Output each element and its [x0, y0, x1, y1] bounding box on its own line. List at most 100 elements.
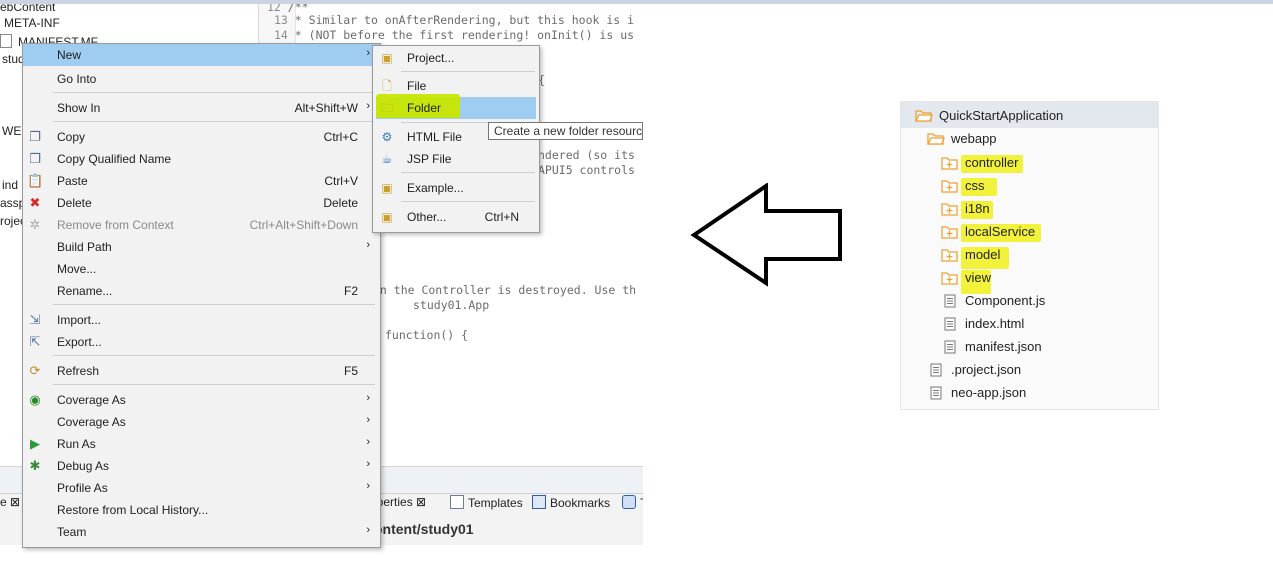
collapsed-folder-icon — [941, 272, 958, 285]
tree-node-file[interactable]: index.html — [941, 316, 1024, 336]
jsp-file-icon: ☕ — [381, 152, 393, 166]
menu-item-profile-as[interactable]: Profile As › — [23, 477, 380, 499]
menu-item-remove-from-context[interactable]: ✲ Remove from Context Ctrl+Alt+Shift+Dow… — [23, 214, 380, 236]
menu-label: Restore from Local History... — [57, 503, 209, 517]
code-fragment: APUI5 controls — [538, 163, 635, 177]
tree-label: manifest.json — [965, 339, 1042, 354]
menu-label: Refresh — [57, 364, 100, 378]
tree-label: .project.json — [951, 362, 1022, 377]
panel-path-title: ontent/study01 — [374, 521, 474, 537]
menu-item-debug-as[interactable]: ✱ Debug As › — [23, 455, 380, 477]
run-icon: ▶ — [30, 436, 40, 451]
menu-item-move[interactable]: Move... — [23, 258, 380, 280]
tree-label: i18n — [965, 201, 990, 216]
collapsed-folder-icon — [941, 157, 958, 170]
tree-label: QuickStartApplication — [939, 108, 1064, 123]
tree-label: localService — [965, 224, 1036, 239]
menu-shortcut: Delete — [323, 196, 358, 210]
menu-item-paste[interactable]: 📋 Paste Ctrl+V — [23, 170, 380, 192]
new-project-icon: ▣ — [381, 51, 393, 65]
menu-label: JSP File — [407, 152, 452, 166]
tab-templates[interactable]: Templates — [450, 495, 523, 510]
tree-node-folder[interactable]: controller — [941, 155, 1018, 175]
file-icon — [0, 34, 12, 48]
tree-node-file[interactable]: manifest.json — [941, 339, 1042, 359]
submenu-item-folder[interactable]: 🗀 Folder — [376, 94, 536, 119]
menu-item-delete[interactable]: ✖ Delete Delete — [23, 192, 380, 214]
tree-node-root[interactable]: QuickStartApplication — [915, 108, 1063, 128]
submenu-item-example[interactable]: ▣ Example... — [373, 177, 539, 199]
open-folder-icon — [927, 133, 945, 145]
tree-label: index.html — [965, 316, 1025, 331]
html-file-icon: ⚙ — [381, 130, 393, 144]
menu-label: Coverage As — [57, 393, 126, 407]
menu-item-team[interactable]: Team › — [23, 521, 380, 543]
tree-node-webapp[interactable]: webapp — [927, 131, 997, 151]
tree-node-folder[interactable]: localService — [941, 224, 1035, 244]
submenu-arrow-icon: › — [366, 480, 370, 492]
menu-item-build-path[interactable]: Build Path › — [23, 236, 380, 258]
explorer-row[interactable]: WE — [2, 124, 21, 140]
tree-node-folder[interactable]: i18n — [941, 201, 990, 221]
tab-partial[interactable]: e ⊠ — [0, 495, 20, 509]
menu-item-restore-history[interactable]: Restore from Local History... — [23, 499, 380, 521]
tab-partial-right[interactable]: T — [622, 495, 643, 510]
submenu-item-project[interactable]: ▣ Project... — [373, 47, 539, 69]
tree-label: webapp — [951, 131, 997, 146]
submenu-item-other[interactable]: ▣ Other... Ctrl+N — [373, 206, 539, 228]
tree-label: controller — [965, 155, 1019, 170]
menu-label: Export... — [57, 335, 102, 349]
context-menu: New › Go Into Show In Alt+Shift+W › ❐ Co… — [22, 43, 381, 548]
menu-label: Folder — [407, 101, 442, 115]
menu-item-new[interactable]: New › — [23, 44, 380, 66]
close-icon[interactable]: ⊠ — [416, 495, 426, 509]
code-fragment: ndered (so its — [538, 148, 635, 162]
menu-item-run-as[interactable]: ▶ Run As › — [23, 433, 380, 455]
collapsed-folder-icon — [941, 226, 958, 239]
tree-node-folder[interactable]: view — [941, 270, 991, 290]
menu-item-refresh[interactable]: ⟳ Refresh F5 — [23, 360, 380, 382]
menu-label: Copy Qualified Name — [57, 152, 172, 166]
menu-label: New — [57, 48, 82, 62]
tree-node-file[interactable]: neo-app.json — [927, 385, 1026, 405]
coverage-icon: ◉ — [29, 392, 41, 407]
submenu-arrow-icon: › — [366, 458, 370, 470]
menu-item-coverage-as-2[interactable]: Coverage As › — [23, 411, 380, 433]
bookmarks-icon — [532, 495, 546, 509]
menu-separator — [401, 71, 535, 72]
menu-item-coverage-as[interactable]: ◉ Coverage As › — [23, 389, 380, 411]
view-icon — [622, 495, 636, 509]
menu-separator — [401, 172, 535, 173]
submenu-item-jsp-file[interactable]: ☕ JSP File — [373, 148, 539, 170]
menu-item-import[interactable]: ⇲ Import... — [23, 309, 380, 331]
menu-separator — [401, 201, 535, 202]
code-fragment: study01.App — [413, 298, 490, 312]
tab-bookmarks[interactable]: Bookmarks — [532, 495, 610, 510]
submenu-arrow-icon: › — [366, 100, 370, 112]
explorer-row[interactable]: ebContent — [0, 4, 55, 16]
menu-shortcut: F2 — [343, 284, 358, 298]
tree-node-folder[interactable]: css — [941, 178, 985, 198]
file-icon — [930, 363, 942, 377]
menu-item-copy-qualified-name[interactable]: ❐ Copy Qualified Name — [23, 148, 380, 170]
file-icon — [944, 294, 956, 308]
example-icon: ▣ — [381, 181, 393, 195]
tree-node-folder[interactable]: model — [941, 247, 1000, 267]
submenu-arrow-icon: › — [366, 524, 370, 536]
project-tree: QuickStartApplication webapp controller … — [900, 101, 1159, 410]
menu-label: Run As — [57, 437, 96, 451]
tree-node-file[interactable]: .project.json — [927, 362, 1021, 382]
submenu-arrow-icon: › — [366, 392, 370, 404]
code-fragment: function() { — [385, 328, 469, 342]
menu-item-show-in[interactable]: Show In Alt+Shift+W › — [23, 97, 380, 119]
menu-item-export[interactable]: ⇱ Export... — [23, 331, 380, 353]
new-file-icon: 🗋 — [382, 79, 392, 93]
menu-item-rename[interactable]: Rename... F2 — [23, 280, 380, 302]
explorer-row[interactable]: META-INF — [4, 16, 60, 32]
menu-item-go-into[interactable]: Go Into — [23, 68, 380, 90]
explorer-row[interactable]: ind — [2, 178, 18, 194]
menu-separator — [53, 121, 375, 122]
menu-item-copy[interactable]: ❐ Copy Ctrl+C — [23, 126, 380, 148]
menu-label: Build Path — [57, 240, 112, 254]
tree-node-file[interactable]: Component.js — [941, 293, 1045, 313]
